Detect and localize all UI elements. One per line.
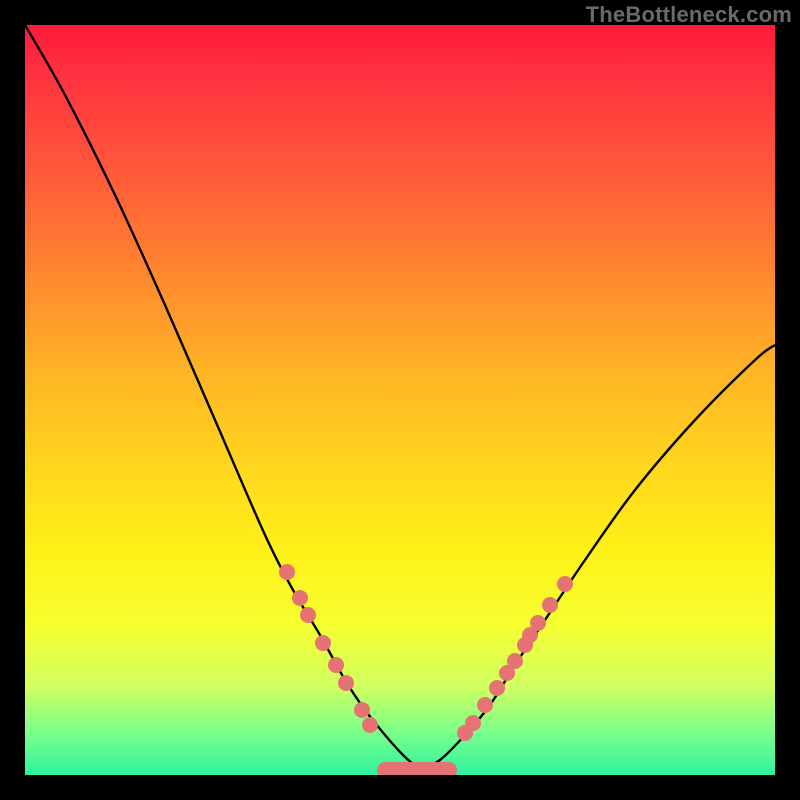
- data-marker: [557, 576, 573, 592]
- curve-left-curve: [25, 25, 420, 770]
- marker-group: [279, 564, 573, 741]
- data-marker: [354, 702, 370, 718]
- bottleneck-curve-plot: [25, 25, 775, 775]
- curve-group: [25, 25, 775, 770]
- data-marker: [292, 590, 308, 606]
- data-marker: [338, 675, 354, 691]
- data-marker: [465, 715, 481, 731]
- watermark-text: TheBottleneck.com: [586, 2, 792, 28]
- data-marker: [279, 564, 295, 580]
- data-marker: [300, 607, 316, 623]
- data-marker: [507, 653, 523, 669]
- curve-right-curve: [420, 345, 775, 770]
- chart-frame: [25, 25, 775, 775]
- data-marker: [542, 597, 558, 613]
- data-marker: [489, 680, 505, 696]
- floor-pill: [377, 762, 457, 775]
- data-marker: [477, 697, 493, 713]
- floor-pill-group: [377, 762, 457, 775]
- data-marker: [315, 635, 331, 651]
- data-marker: [328, 657, 344, 673]
- data-marker: [362, 717, 378, 733]
- data-marker: [530, 615, 546, 631]
